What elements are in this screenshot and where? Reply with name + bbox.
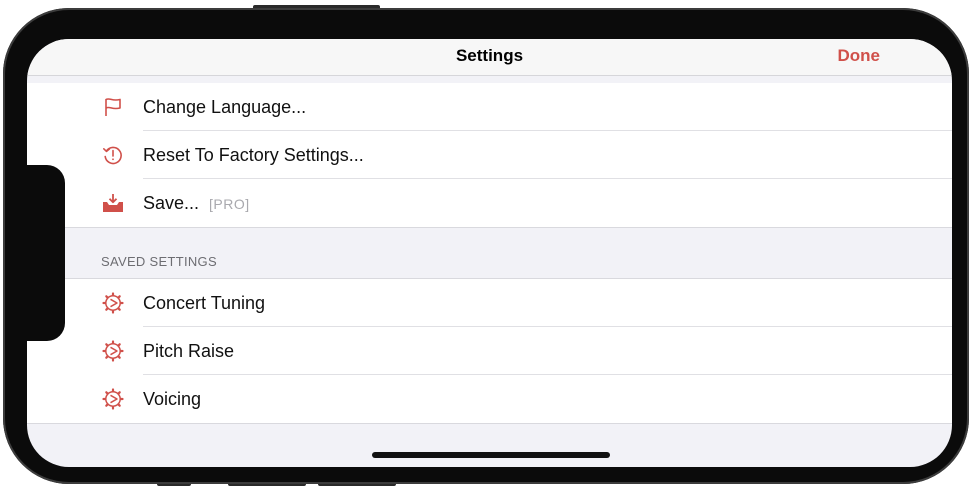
saved-setting-label: Concert Tuning xyxy=(143,293,266,313)
notch xyxy=(27,165,65,341)
save-row[interactable]: Save... [PRO] xyxy=(27,179,952,227)
actions-group: Change Language... Reset To Factory Sett… xyxy=(27,83,952,228)
flag-icon xyxy=(100,95,126,119)
saved-setting-row[interactable]: Concert Tuning xyxy=(27,279,952,327)
screen: Settings Done Change Language... Reset T… xyxy=(27,39,952,467)
save-label-wrap: Save... [PRO] xyxy=(143,193,250,214)
navigation-bar: Settings Done xyxy=(27,39,952,76)
saved-settings-group: Concert Tuning Pitch Raise Voicing xyxy=(27,278,952,424)
save-tray-icon xyxy=(100,191,126,215)
change-language-label: Change Language... xyxy=(143,97,307,117)
gear-play-icon xyxy=(100,291,126,315)
gear-play-icon xyxy=(100,387,126,411)
home-indicator[interactable] xyxy=(372,452,610,458)
saved-settings-header: SAVED SETTINGS xyxy=(101,254,217,269)
saved-setting-row[interactable]: Voicing xyxy=(27,375,952,423)
saved-setting-row[interactable]: Pitch Raise xyxy=(27,327,952,375)
reset-factory-row[interactable]: Reset To Factory Settings... xyxy=(27,131,952,179)
save-label: Save... xyxy=(143,193,200,213)
phone-frame: Settings Done Change Language... Reset T… xyxy=(3,8,969,484)
saved-setting-label: Voicing xyxy=(143,389,202,409)
pro-badge: [PRO] xyxy=(209,196,250,212)
done-button[interactable]: Done xyxy=(838,46,881,66)
page-title: Settings xyxy=(455,46,524,65)
change-language-row[interactable]: Change Language... xyxy=(27,83,952,131)
gear-play-icon xyxy=(100,339,126,363)
reset-factory-label: Reset To Factory Settings... xyxy=(143,145,364,165)
reset-icon xyxy=(100,143,126,167)
saved-setting-label: Pitch Raise xyxy=(143,341,235,361)
